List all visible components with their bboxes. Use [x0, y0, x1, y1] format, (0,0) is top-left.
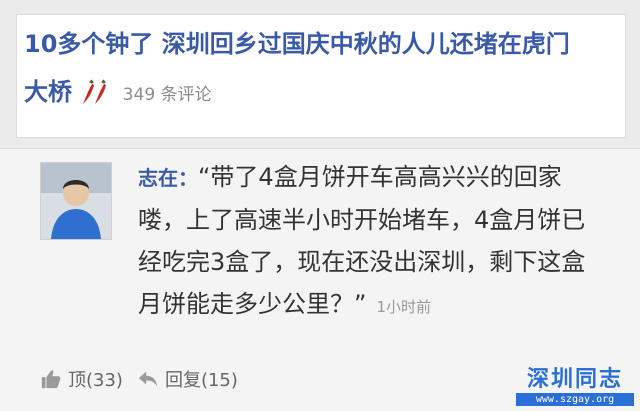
watermark: 深圳同志 www.szgay.org [516, 361, 634, 406]
comment-text: “带了4盒月饼开车高高兴兴的回家喽，上了高速半小时开始堵车，4盒月饼已经吃完3盒… [138, 163, 586, 318]
comment-body: 志在：“带了4盒月饼开车高高兴兴的回家喽，上了高速半小时开始堵车，4盒月饼已经吃… [138, 156, 598, 328]
comment-author[interactable]: 志在： [138, 166, 198, 190]
comment-timestamp: 1小时前 [376, 298, 431, 316]
comment-count[interactable]: 349 条评论 [123, 85, 212, 105]
user-avatar-icon [41, 163, 111, 239]
chili-pepper-icon [83, 79, 107, 104]
reply-button[interactable]: 回复(15) [137, 366, 238, 392]
reply-label: 回复(15) [164, 370, 238, 391]
watermark-title: 深圳同志 [526, 367, 623, 392]
like-label: 顶(33) [68, 370, 123, 391]
comment-actions: 顶(33) 回复(15) [40, 364, 238, 394]
like-button[interactable]: 顶(33) [40, 366, 123, 392]
watermark-url: www.szgay.org [516, 393, 634, 406]
thumbs-up-icon [41, 370, 61, 389]
article-headline-block[interactable]: 10多个钟了 深圳回乡过国庆中秋的人儿还堵在虎门大桥 349 条评论 [24, 20, 584, 119]
avatar[interactable] [40, 162, 112, 240]
reply-arrow-icon [138, 371, 158, 387]
